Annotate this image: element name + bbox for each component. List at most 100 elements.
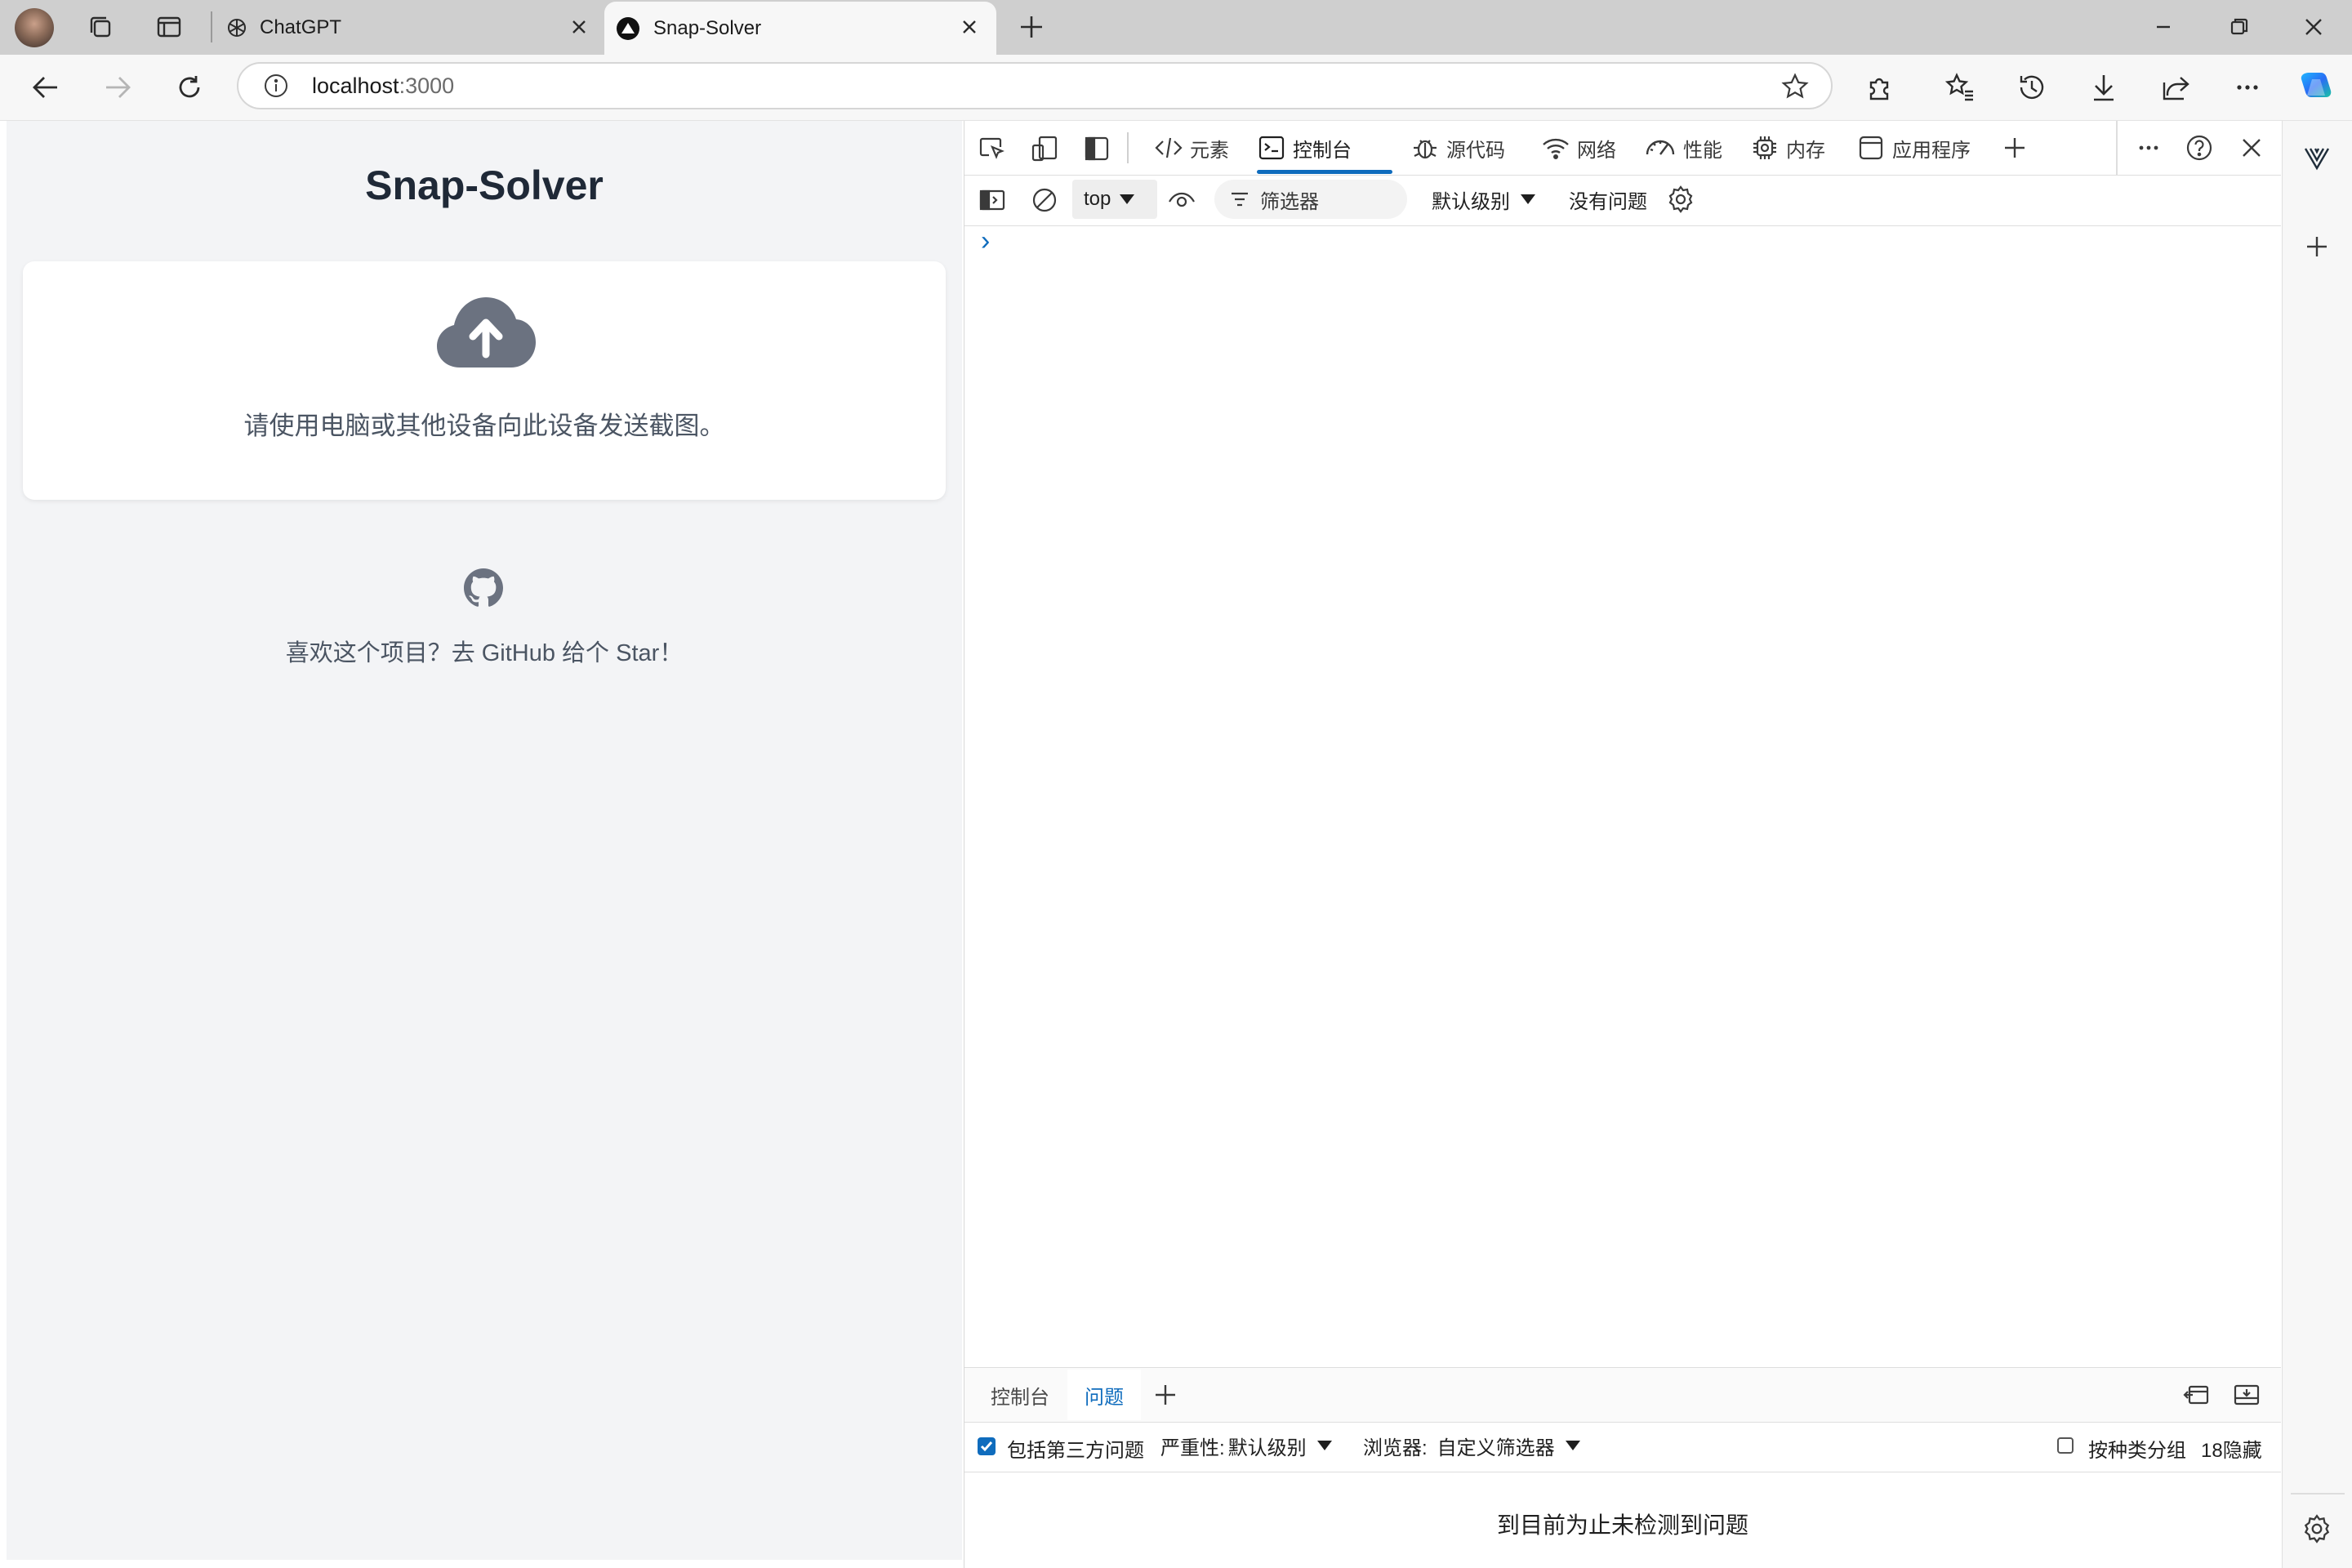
browser-filter-label: 浏览器: — [1363, 1437, 1428, 1459]
browser-toolbar: localhost:3000 — [0, 55, 2352, 121]
tab-title: ChatGPT — [260, 16, 342, 38]
dropdown-arrow-icon — [1520, 194, 1536, 205]
log-level-label: 默认级别 — [1432, 190, 1510, 213]
favorites-icon[interactable] — [1944, 71, 1976, 104]
include-third-party-label: 包括第三方问题 — [1007, 1440, 1144, 1462]
severity-label: 严重性: — [1160, 1437, 1225, 1459]
page-content: Snap-Solver 请使用电脑或其他设备向此设备发送截图。 喜欢这个项目？去… — [7, 121, 962, 1560]
tab-label: 网络 — [1577, 139, 1616, 162]
console-settings-gear-icon[interactable] — [1665, 184, 1696, 215]
dock-side-icon[interactable] — [1082, 134, 1111, 163]
close-drawer-icon[interactable] — [2232, 1380, 2261, 1410]
tab-network[interactable]: 网络 — [1541, 121, 1616, 175]
issues-counter[interactable]: 没有问题 — [1569, 180, 1647, 219]
clear-console-icon[interactable] — [1030, 185, 1059, 215]
page-title: Snap-Solver — [365, 163, 604, 208]
close-window-button[interactable] — [2298, 13, 2329, 41]
tab-sources[interactable]: 源代码 — [1410, 121, 1505, 175]
tab-console[interactable]: 控制台 — [1257, 121, 1392, 175]
address-bar[interactable]: localhost:3000 — [237, 62, 1833, 109]
tab-label: 性能 — [1683, 139, 1722, 162]
vertical-tabs-icon[interactable] — [155, 13, 183, 41]
close-devtools-icon[interactable] — [2237, 133, 2266, 163]
code-brackets-icon — [1154, 133, 1183, 163]
back-button[interactable] — [29, 71, 62, 104]
context-label: top — [1084, 188, 1111, 210]
tab-performance[interactable]: 性能 — [1644, 121, 1722, 175]
extensions-icon[interactable] — [1864, 71, 1896, 104]
live-expression-eye-icon[interactable] — [1167, 185, 1196, 215]
devtools-more-icon[interactable] — [2134, 133, 2163, 163]
divider — [1127, 132, 1129, 163]
log-level-dropdown[interactable]: 默认级别 — [1432, 180, 1536, 219]
include-third-party-checkbox[interactable] — [978, 1437, 996, 1455]
drawer-dock-icon[interactable] — [2181, 1380, 2211, 1410]
tab-title: Snap-Solver — [653, 16, 762, 39]
tab-memory[interactable]: 内存 — [1750, 121, 1825, 175]
context-selector[interactable]: top — [1072, 180, 1157, 219]
site-info-icon[interactable] — [263, 73, 289, 99]
github-star-link[interactable]: 喜欢这个项目？去 GitHub 给个 Star！ — [7, 634, 962, 668]
drawer-tab-console[interactable]: 控制台 — [991, 1368, 1049, 1422]
device-emulation-icon[interactable] — [1030, 134, 1059, 163]
hidden-count: 18隐藏 — [2201, 1440, 2262, 1462]
severity-value: 默认级别 — [1227, 1437, 1307, 1459]
downloads-icon[interactable] — [2087, 71, 2120, 104]
dropdown-arrow-icon — [1316, 1440, 1333, 1451]
tab-application[interactable]: 应用程序 — [1856, 121, 1971, 175]
copilot-icon[interactable] — [2296, 68, 2336, 107]
history-icon[interactable] — [2016, 71, 2048, 104]
issues-label: 没有问题 — [1569, 190, 1647, 213]
dropdown-arrow-icon — [1119, 194, 1135, 205]
app-window-icon — [1856, 133, 1886, 163]
console-prompt[interactable]: › — [981, 225, 990, 257]
tab-chatgpt[interactable]: ChatGPT — [214, 0, 604, 55]
group-by-kind-label: 按种类分组 — [2088, 1440, 2186, 1462]
divider — [2116, 121, 2118, 175]
chip-icon — [1750, 133, 1780, 163]
gauge-icon — [1644, 133, 1677, 163]
share-icon[interactable] — [2159, 71, 2192, 104]
more-tools-button[interactable] — [2000, 133, 2029, 163]
group-by-kind-checkbox[interactable] — [2057, 1437, 2074, 1454]
more-options-icon[interactable] — [2231, 71, 2264, 104]
tab-label: 内存 — [1786, 139, 1825, 162]
url-text[interactable]: localhost:3000 — [312, 74, 454, 99]
close-tab-icon[interactable] — [957, 15, 982, 39]
github-icon[interactable] — [464, 568, 503, 608]
favorite-star-icon[interactable] — [1780, 72, 1810, 101]
refresh-button[interactable] — [173, 71, 206, 104]
tab-label: 应用程序 — [1892, 139, 1971, 162]
tab-snap-solver[interactable]: Snap-Solver — [604, 2, 996, 55]
tab-label: 源代码 — [1446, 139, 1505, 162]
browser-filter-dropdown[interactable]: 浏览器: 自定义筛选器 — [1363, 1426, 1581, 1465]
forward-button[interactable] — [101, 71, 134, 104]
edge-sidebar — [2282, 121, 2352, 1568]
drawer-tab-issues[interactable]: 问题 — [1067, 1370, 1141, 1420]
tab-label: 元素 — [1190, 139, 1229, 162]
no-issues-message: 到目前为止未检测到问题 — [1496, 1512, 1748, 1538]
sidebar-settings-gear-icon[interactable] — [2301, 1512, 2333, 1545]
add-drawer-tab-icon[interactable] — [1151, 1380, 1180, 1410]
upload-card[interactable]: 请使用电脑或其他设备向此设备发送截图。 — [23, 261, 946, 500]
restore-button[interactable] — [2223, 15, 2254, 39]
upload-hint: 请使用电脑或其他设备向此设备发送截图。 — [243, 412, 725, 440]
new-tab-button[interactable] — [1016, 11, 1047, 42]
tab-elements[interactable]: 元素 — [1154, 121, 1229, 175]
profile-avatar[interactable] — [15, 8, 54, 47]
wifi-icon — [1541, 133, 1570, 163]
sidebar-app-icon[interactable] — [2301, 140, 2333, 173]
minimize-button[interactable] — [2148, 15, 2179, 39]
tab-label: 控制台 — [1293, 139, 1352, 162]
divider — [2291, 1493, 2345, 1494]
close-tab-icon[interactable] — [567, 15, 591, 39]
inspect-element-icon[interactable] — [978, 134, 1007, 163]
filter-input[interactable]: 筛选器 — [1214, 180, 1407, 219]
console-icon — [1257, 133, 1286, 163]
dropdown-arrow-icon — [1565, 1440, 1581, 1451]
help-icon[interactable] — [2185, 133, 2214, 163]
severity-dropdown[interactable]: 严重性: 默认级别 — [1160, 1426, 1333, 1465]
show-sidebar-icon[interactable] — [978, 185, 1007, 215]
workspaces-icon[interactable] — [87, 13, 114, 41]
add-sidebar-app-icon[interactable] — [2301, 230, 2333, 263]
